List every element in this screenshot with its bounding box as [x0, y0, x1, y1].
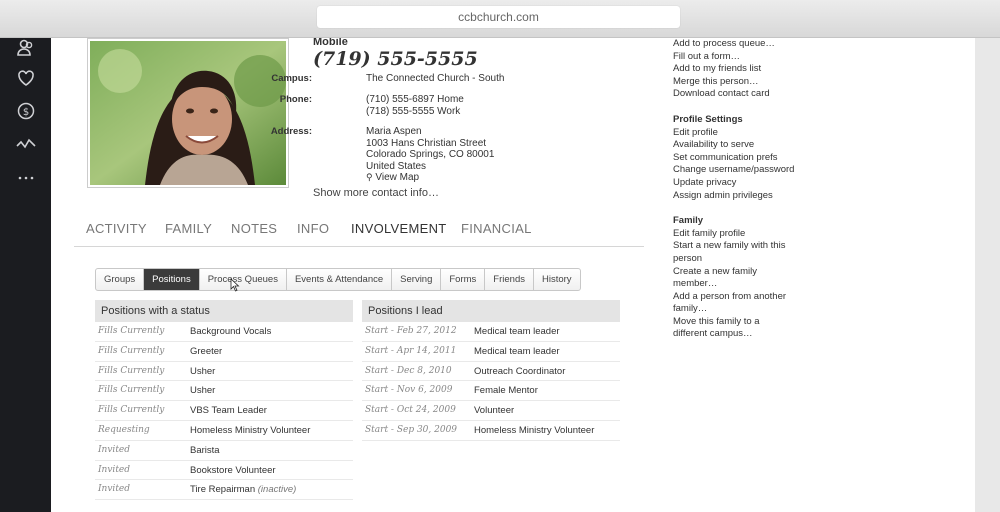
subtab-forms[interactable]: Forms [441, 269, 486, 290]
phone-work[interactable]: (718) 555-5555 Work [366, 106, 460, 118]
table-row[interactable]: Start - Nov 6, 2009 Female Mentor [362, 381, 620, 402]
map-pin-icon: ⚲ [366, 172, 373, 182]
address-bar[interactable]: ccbchurch.com [317, 6, 680, 28]
subtab-events-attendance[interactable]: Events & Attendance [287, 269, 393, 290]
assign-admin-link[interactable]: Assign admin privileges [673, 190, 823, 203]
table-row[interactable]: Fills Currently VBS Team Leader [95, 401, 353, 421]
subtab-friends[interactable]: Friends [485, 269, 534, 290]
people-icon[interactable] [14, 36, 38, 60]
fill-out-form-link[interactable]: Fill out a form… [673, 51, 823, 64]
subtab-positions[interactable]: Positions [144, 269, 200, 290]
subtab-history[interactable]: History [534, 269, 580, 290]
table-row[interactable]: Fills Currently Greeter [95, 342, 353, 362]
table-row[interactable]: Fills Currently Background Vocals [95, 322, 353, 342]
download-contact-card-link[interactable]: Download contact card [673, 88, 823, 101]
tab-family[interactable]: FAMILY [165, 221, 212, 236]
positions-status-table: Positions with a status Fills Currently B… [95, 300, 353, 501]
table-row[interactable]: Start - Oct 24, 2009 Volunteer [362, 401, 620, 421]
tab-financial[interactable]: FINANCIAL [461, 221, 532, 236]
actions-panel: Add to process queue… Fill out a form… A… [673, 38, 823, 341]
move-family-campus-link[interactable]: Move this family to a different campus… [673, 316, 773, 341]
table-row[interactable]: Invited Bookstore Volunteer [95, 461, 353, 481]
address-label: Address: [270, 126, 312, 137]
add-person-from-family-link[interactable]: Add a person from another family… [673, 291, 798, 316]
tab-info[interactable]: INFO [297, 221, 329, 236]
subtab-groups[interactable]: Groups [96, 269, 145, 290]
subtab-serving[interactable]: Serving [392, 269, 442, 290]
involvement-subtabs: Groups Positions Process Queues Events &… [95, 268, 581, 291]
campus-value: The Connected Church - South [366, 73, 505, 84]
table-row[interactable]: Start - Sep 30, 2009 Homeless Ministry Vo… [362, 421, 620, 441]
change-credentials-link[interactable]: Change username/password [673, 164, 823, 177]
address-street: 1003 Hans Christian Street [366, 137, 487, 149]
side-nav: $ [0, 38, 51, 512]
table-row[interactable]: Requesting Homeless Ministry Volunteer [95, 421, 353, 441]
address-name: Maria Aspen [366, 126, 422, 137]
merge-person-link[interactable]: Merge this person… [673, 76, 823, 89]
profile-settings-heading: Profile Settings [673, 113, 743, 125]
more-icon[interactable] [14, 166, 38, 190]
profile-photo[interactable] [87, 38, 289, 188]
phone-label: Phone: [279, 94, 312, 105]
update-privacy-link[interactable]: Update privacy [673, 177, 823, 190]
availability-link[interactable]: Availability to serve [673, 139, 823, 152]
heart-icon[interactable] [14, 66, 38, 90]
positions-status-title: Positions with a status [95, 300, 353, 322]
table-row[interactable]: Fills Currently Usher [95, 381, 353, 402]
create-family-member-link[interactable]: Create a new family member… [673, 266, 773, 291]
table-row[interactable]: Start - Dec 8, 2010 Outreach Coordinator [362, 362, 620, 382]
add-to-process-queue-link[interactable]: Add to process queue… [673, 38, 823, 51]
subtab-process-queues[interactable]: Process Queues [200, 269, 287, 290]
address-city: Colorado Springs, CO 80001 [366, 149, 495, 160]
view-map-link[interactable]: ⚲ View Map [366, 172, 419, 184]
tab-involvement[interactable]: INVOLVEMENT [351, 221, 447, 236]
add-to-friends-link[interactable]: Add to my friends list [673, 63, 823, 76]
browser-toolbar: ccbchurch.com [0, 0, 1000, 38]
table-row[interactable]: Fills Currently Usher [95, 362, 353, 382]
activity-icon[interactable] [14, 133, 38, 157]
view-map-label: View Map [375, 172, 420, 183]
table-row[interactable]: Start - Apr 14, 2011 Medical team leader [362, 342, 620, 362]
table-row[interactable]: Invited Tire Repairman (inactive) [95, 480, 353, 501]
positions-lead-table: Positions I lead Start - Feb 27, 2012 Med… [362, 300, 620, 441]
tab-notes[interactable]: NOTES [231, 221, 277, 236]
table-row[interactable]: Invited Barista [95, 441, 353, 461]
edit-family-profile-link[interactable]: Edit family profile [673, 228, 823, 241]
svg-text:$: $ [23, 107, 29, 118]
inactive-note: (inactive) [257, 484, 297, 496]
dollar-icon[interactable]: $ [14, 99, 38, 123]
position-name: Tire Repairman [190, 484, 256, 496]
start-new-family-link[interactable]: Start a new family with this person [673, 240, 793, 265]
mouse-cursor-icon [230, 278, 240, 292]
profile-page: Mobile (719) 555-5555 Campus: The Connec… [51, 38, 975, 512]
edit-profile-link[interactable]: Edit profile [673, 127, 823, 140]
campus-label: Campus: [271, 73, 312, 84]
main-tabs: ACTIVITY FAMILY NOTES INFO INVOLVEMENT F… [74, 213, 644, 247]
family-heading: Family [673, 215, 704, 227]
communication-prefs-link[interactable]: Set communication prefs [673, 152, 823, 165]
table-row[interactable]: Start - Feb 27, 2012 Medical team leader [362, 322, 620, 342]
positions-lead-title: Positions I lead [362, 300, 620, 322]
address-country: United States [366, 160, 427, 172]
tab-activity[interactable]: ACTIVITY [86, 221, 147, 236]
page-gutter [975, 38, 1000, 512]
phone-home[interactable]: (710) 555-6897 Home [366, 94, 464, 106]
mobile-number[interactable]: (719) 555-5555 [313, 48, 478, 70]
mobile-label: Mobile [313, 38, 348, 48]
show-more-contact-link[interactable]: Show more contact info… [313, 187, 439, 199]
